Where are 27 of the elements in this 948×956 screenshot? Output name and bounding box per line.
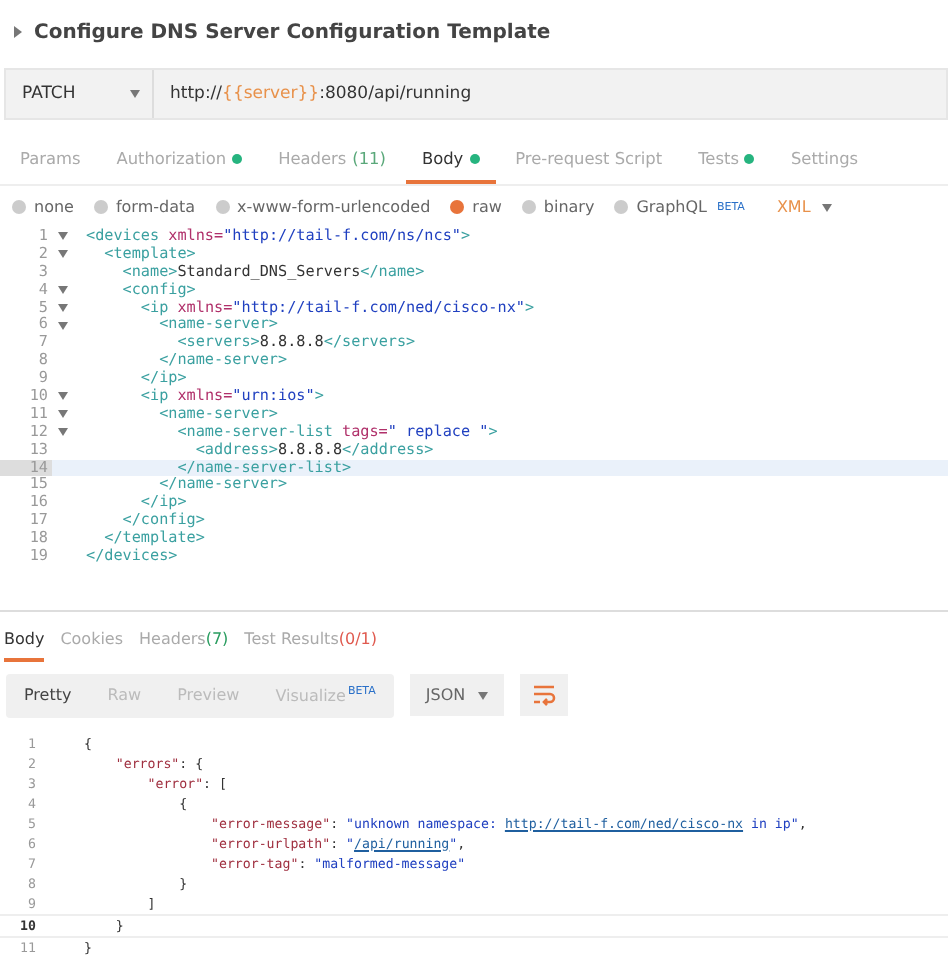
body-type-radio[interactable]: x-www-form-urlencoded (215, 198, 431, 216)
request-title: Configure DNS Server Configuration Template (34, 21, 551, 43)
fold-caret-icon[interactable] (58, 321, 68, 330)
fold-caret-icon[interactable] (58, 392, 68, 401)
request-tab[interactable]: Body (405, 140, 496, 184)
response-tab[interactable]: Headers(7) (139, 623, 229, 662)
fold-caret-icon[interactable] (58, 232, 68, 241)
fold-caret-icon[interactable] (58, 304, 68, 312)
response-tab[interactable]: Body (4, 623, 45, 662)
caret-icon (822, 203, 833, 211)
body-type-radio[interactable]: raw (450, 198, 502, 216)
fold-caret-icon[interactable] (58, 250, 68, 259)
fold-caret-icon[interactable] (58, 286, 68, 295)
expand-caret-icon[interactable] (12, 26, 24, 38)
body-type-radio[interactable]: binary (521, 198, 595, 216)
body-type-radio[interactable]: GraphQL $^{BETA}$ (614, 198, 745, 216)
body-type-radio[interactable]: form-data (93, 198, 196, 216)
fold-caret-icon[interactable] (58, 428, 68, 437)
wrap-lines-button[interactable] (519, 674, 568, 717)
fold-caret-icon[interactable] (58, 410, 68, 419)
caret-icon (477, 691, 488, 700)
view-toggle[interactable]: Pretty (6, 673, 90, 718)
response-tab[interactable]: Test Results(0/1) (244, 623, 377, 662)
response-format-dropdown[interactable]: JSON (409, 674, 504, 717)
request-tab[interactable]: Headers (11) (262, 140, 402, 184)
wrap-lines-icon (531, 684, 556, 707)
body-type-radio[interactable]: none (12, 198, 74, 216)
